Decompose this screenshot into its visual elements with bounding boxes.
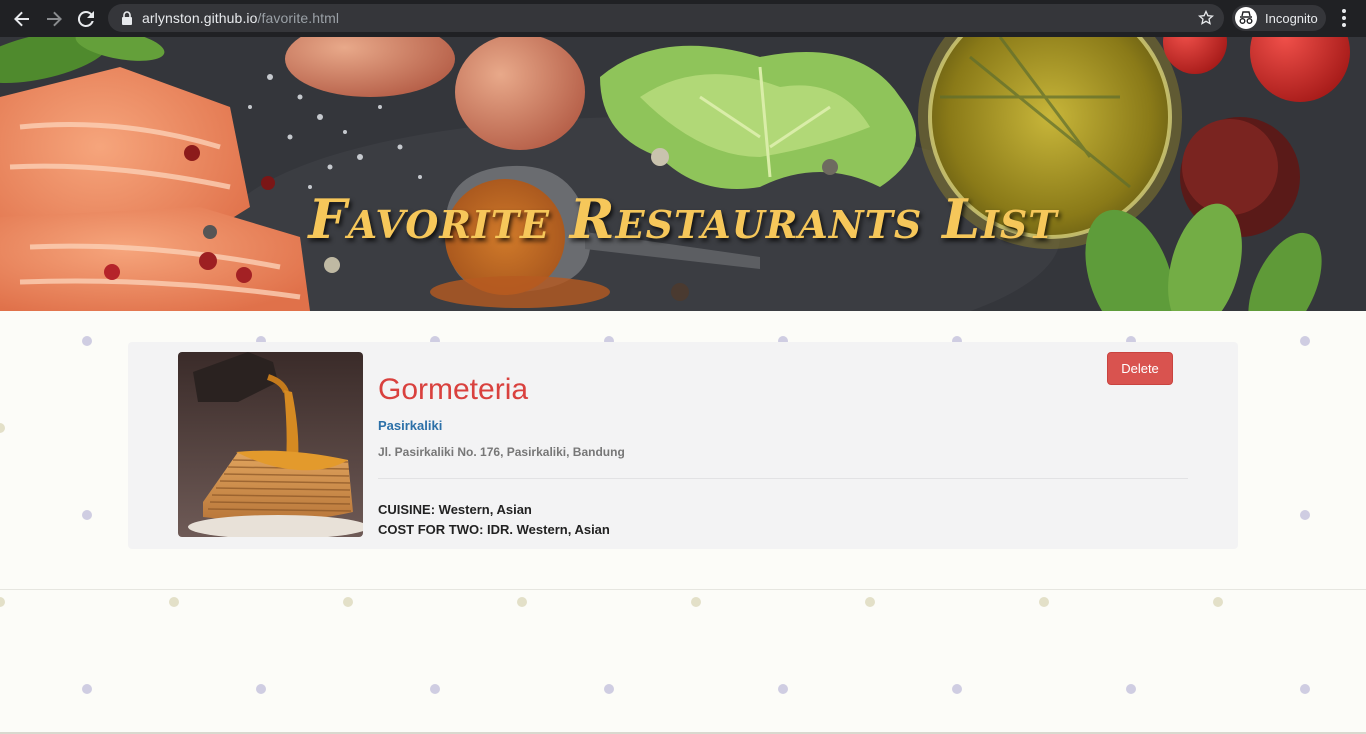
decor-dot [0,597,5,607]
forward-button[interactable] [38,3,70,35]
decor-dot [82,510,92,520]
back-button[interactable] [6,3,38,35]
incognito-indicator[interactable]: Incognito [1232,5,1326,31]
decor-dot [82,336,92,346]
decor-dot [1039,597,1049,607]
decor-dot [952,684,962,694]
main-content: Gormeteria Pasirkaliki Jl. Pasirkaliki N… [0,311,1366,734]
restaurant-city: Pasirkaliki [378,418,443,433]
decor-dot [865,597,875,607]
decor-dot [343,597,353,607]
decor-dot [256,684,266,694]
restaurant-address: Jl. Pasirkaliki No. 176, Pasirkaliki, Ba… [378,445,625,459]
incognito-icon [1235,7,1257,29]
page-title: Favorite Restaurants List [308,187,1058,251]
decor-dot [1300,510,1310,520]
restaurant-name[interactable]: Gormeteria [378,373,528,407]
menu-dots-icon[interactable] [1334,6,1354,30]
decor-dot [1300,336,1310,346]
decor-dot [82,684,92,694]
section-divider [0,589,1366,590]
decor-dot [1213,597,1223,607]
forward-arrow-icon [47,11,62,26]
restaurant-image [178,352,363,537]
url-path: /favorite.html [257,10,340,26]
address-bar[interactable]: arlynston.github.io/favorite.html [108,4,1224,32]
decor-dot [1300,684,1310,694]
decor-dot [604,684,614,694]
incognito-label: Incognito [1265,10,1318,26]
decor-dot [691,597,701,607]
url-text: arlynston.github.io/favorite.html [142,10,339,26]
reload-button[interactable] [70,3,102,35]
reload-icon [77,10,94,27]
decor-dot [0,423,5,433]
card-divider [378,478,1188,479]
decor-dot [778,684,788,694]
hero-food-image [0,37,1366,311]
url-host: arlynston.github.io [142,10,258,26]
decor-dot [169,597,179,607]
restaurant-cuisine: CUISINE: Western, Asian [378,502,532,517]
restaurant-cost: COST FOR TWO: IDR. Western, Asian [378,522,610,537]
restaurant-card: Gormeteria Pasirkaliki Jl. Pasirkaliki N… [128,342,1238,549]
star-icon[interactable] [1196,8,1216,28]
back-arrow-icon [14,11,29,26]
lock-icon [120,11,134,25]
decor-dot [517,597,527,607]
browser-toolbar: arlynston.github.io/favorite.html Incogn… [0,0,1366,37]
decor-dot [430,684,440,694]
delete-button[interactable]: Delete [1107,352,1173,385]
hero-banner: Favorite Restaurants List [0,37,1366,311]
decor-dot [1126,684,1136,694]
